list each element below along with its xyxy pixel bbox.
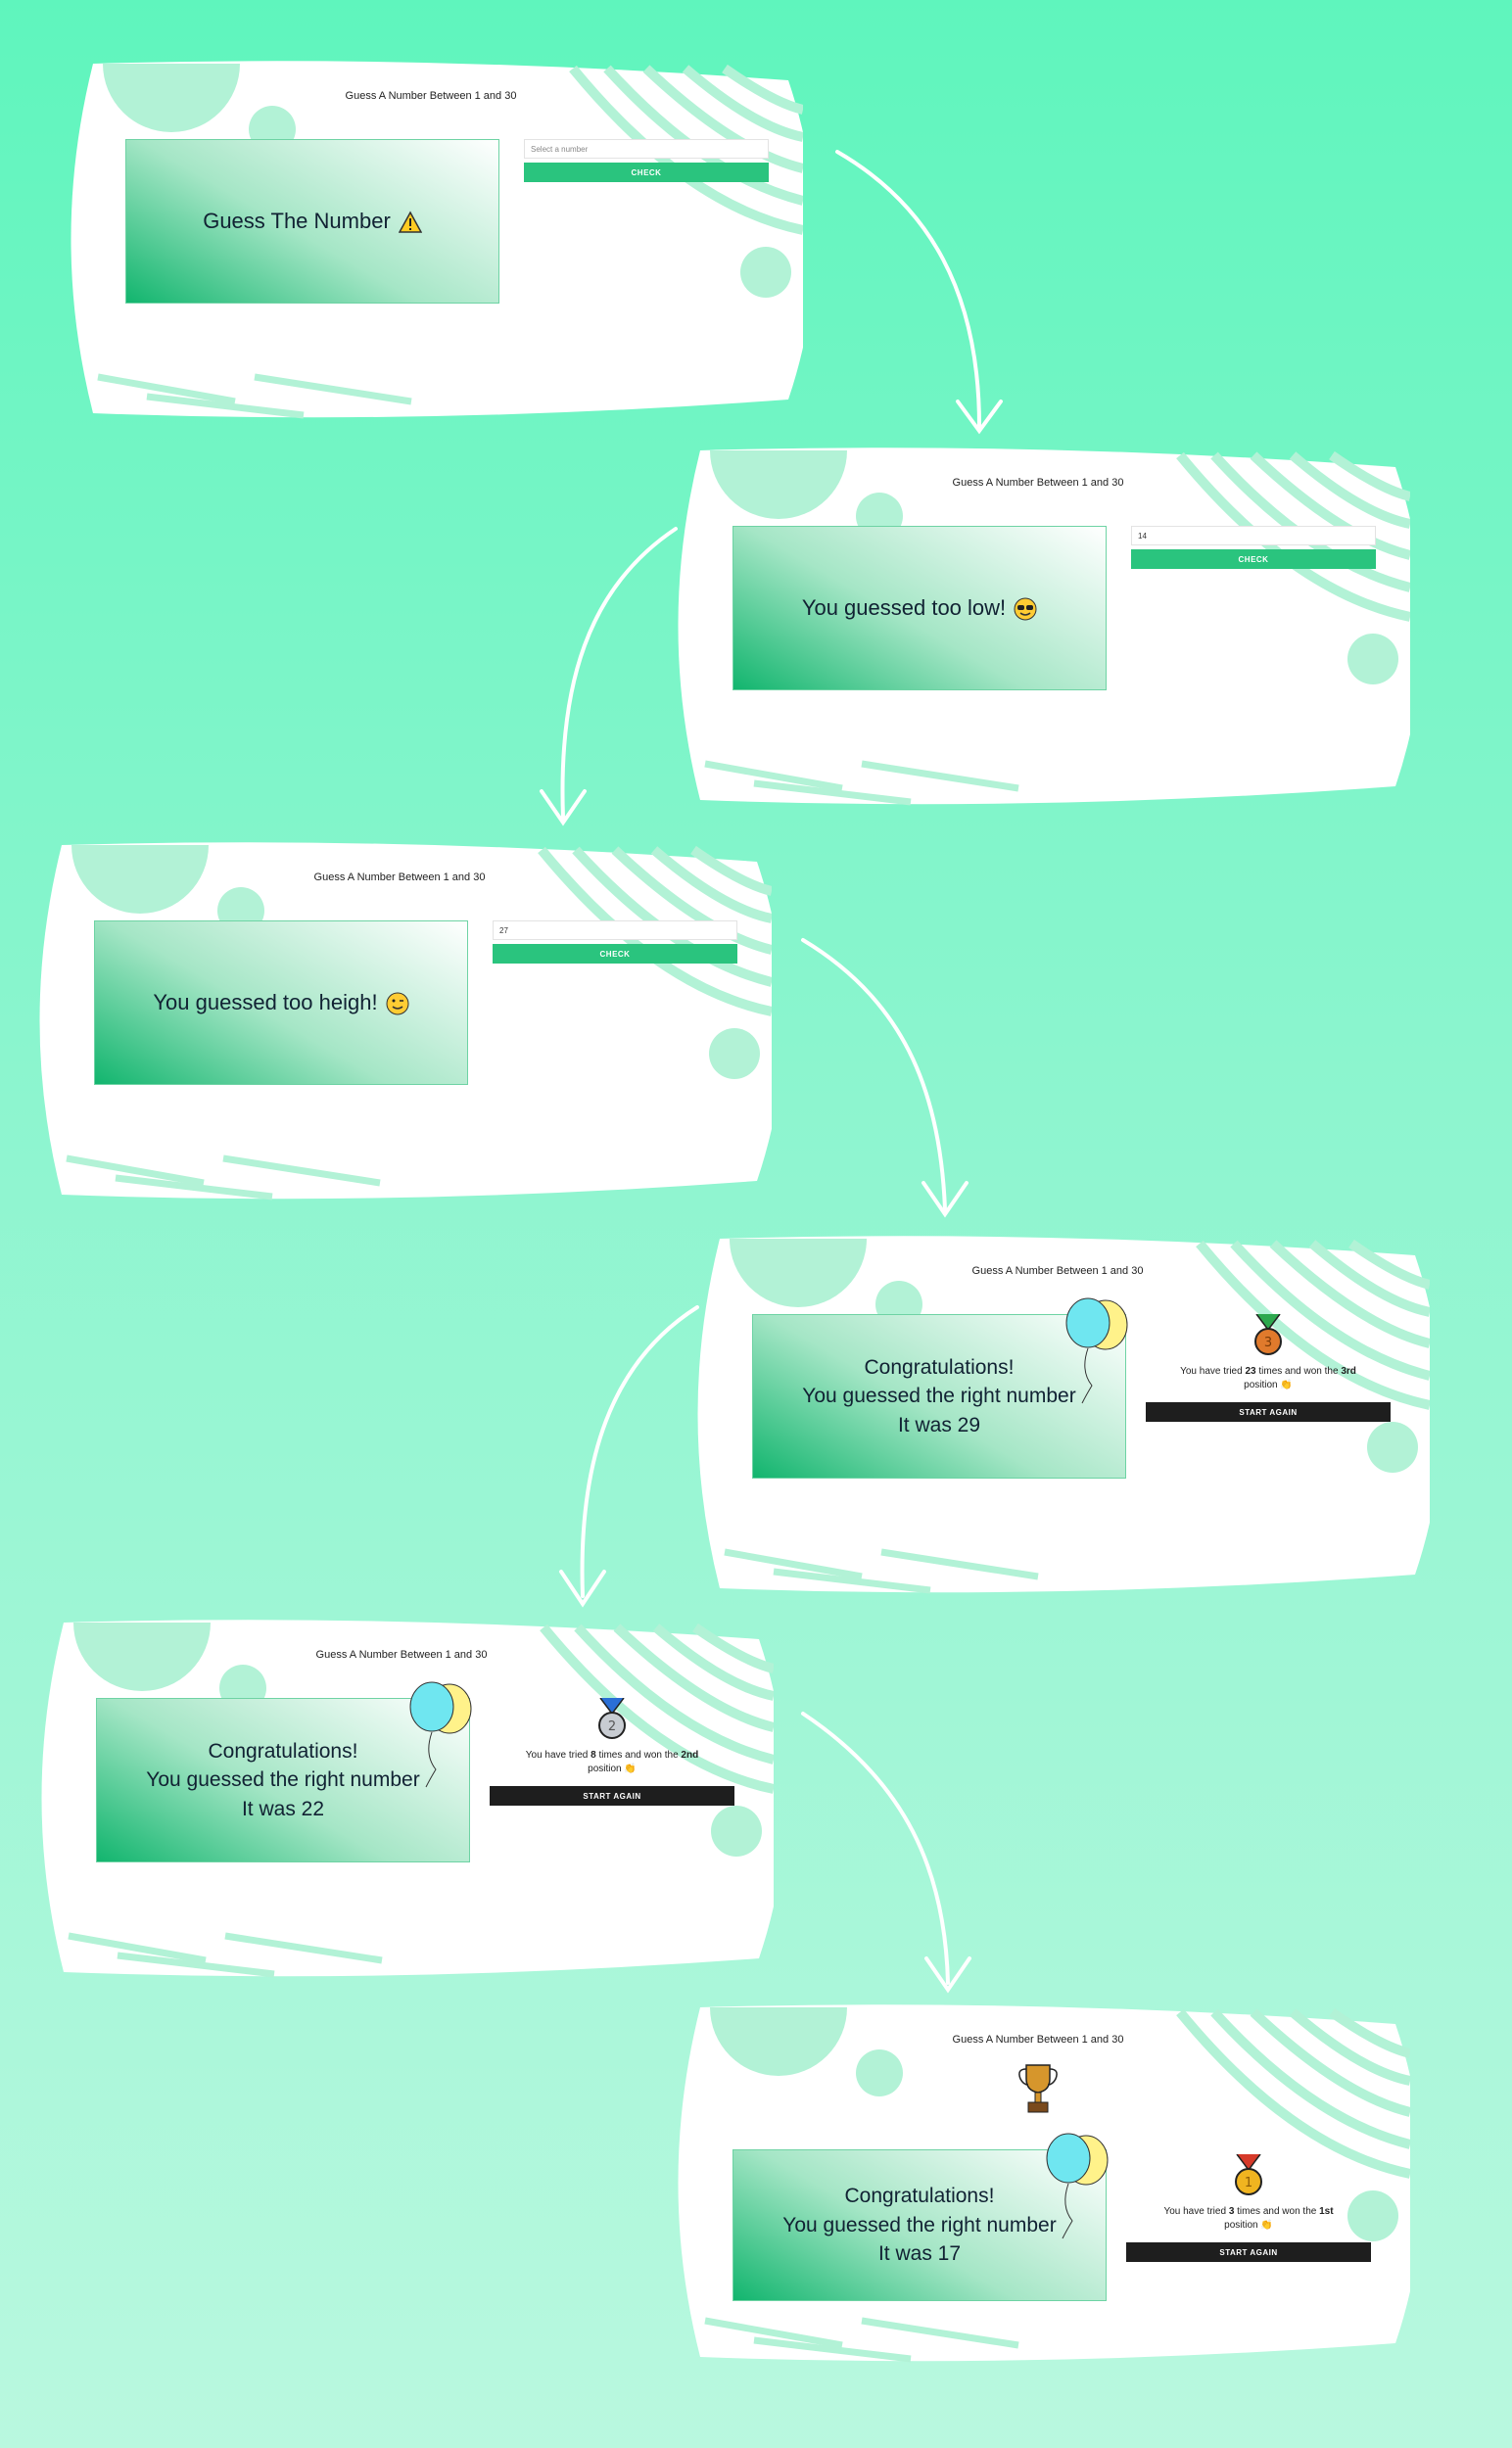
page-heading: Guess A Number Between 1 and 30: [971, 1265, 1144, 1277]
message-card: You guessed too heigh!: [94, 920, 468, 1085]
first-place-medal-icon: 1: [1235, 2154, 1262, 2195]
balloon-icon: [1065, 1297, 1128, 1404]
arrow-4-head: [559, 1570, 606, 1608]
warning-icon: [398, 211, 422, 233]
balloon-icon: [409, 1681, 472, 1788]
screen-win-3rd: Guess A Number Between 1 and 30 Congratu…: [685, 1234, 1430, 1596]
result-message: You have tried 23 times and won the 3rd …: [1180, 1366, 1356, 1390]
sunglasses-face-icon: [1014, 597, 1037, 621]
message-card: Congratulations! You guessed the right n…: [732, 2133, 1109, 2301]
clap-icon: 👏: [1260, 2220, 1273, 2231]
clap-icon: 👏: [1280, 1380, 1293, 1390]
guess-form: CHECK: [524, 139, 769, 182]
screen-win-1st: Guess A Number Between 1 and 30 Congratu…: [666, 2002, 1410, 2365]
arrow-2-head: [540, 789, 587, 826]
card-message: Congratulations! You guessed the right n…: [782, 2185, 1057, 2266]
result-message: You have tried 8 times and won the 2nd p…: [525, 1750, 699, 1774]
page-heading: Guess A Number Between 1 and 30: [313, 871, 486, 883]
start-again-button[interactable]: START AGAIN: [490, 1786, 734, 1806]
card-message: Congratulations! You guessed the right n…: [146, 1739, 420, 1820]
number-input[interactable]: [524, 139, 769, 159]
start-again-button[interactable]: START AGAIN: [1146, 1402, 1391, 1422]
message-card: Congratulations! You guessed the right n…: [752, 1297, 1128, 1479]
page-heading: Guess A Number Between 1 and 30: [315, 1649, 488, 1661]
result-area: 1 You have tried 3 times and won the 1st…: [1126, 2154, 1371, 2262]
arrow-2: [560, 527, 678, 820]
arrow-5-head: [924, 1956, 971, 1994]
result-area: 3 You have tried 23 times and won the 3r…: [1146, 1314, 1391, 1422]
winking-face-icon: [386, 992, 409, 1015]
svg-text:3: 3: [1264, 1336, 1272, 1350]
arrow-5: [801, 1712, 950, 1985]
check-button[interactable]: CHECK: [524, 163, 769, 182]
guess-form: CHECK: [493, 920, 737, 964]
clap-icon: 👏: [624, 1764, 637, 1774]
message-card: You guessed too low!: [732, 526, 1107, 690]
card-message: You guessed too low!: [802, 594, 1037, 623]
arrow-4: [580, 1305, 699, 1598]
check-button[interactable]: CHECK: [1131, 549, 1376, 569]
message-card: Congratulations! You guessed the right n…: [96, 1681, 472, 1862]
result-area: 2 You have tried 8 times and won the 2nd…: [490, 1698, 734, 1806]
trophy-icon: [1018, 2064, 1058, 2113]
number-input[interactable]: [1131, 526, 1376, 545]
arrow-1-head: [956, 400, 1003, 435]
result-message: You have tried 3 times and won the 1st p…: [1163, 2206, 1334, 2231]
flow-diagram: Guess A Number Between 1 and 30 Guess Th…: [0, 0, 1512, 2448]
arrow-3-head: [921, 1181, 969, 1218]
page-heading: Guess A Number Between 1 and 30: [952, 477, 1124, 489]
start-again-button[interactable]: START AGAIN: [1126, 2242, 1371, 2262]
check-button[interactable]: CHECK: [493, 944, 737, 964]
guess-form: CHECK: [1131, 526, 1376, 569]
svg-text:2: 2: [608, 1719, 616, 1734]
balloon-icon: [1046, 2133, 1109, 2239]
card-message: Congratulations! You guessed the right n…: [802, 1355, 1076, 1436]
page-heading: Guess A Number Between 1 and 30: [345, 90, 517, 102]
screen-win-2nd: Guess A Number Between 1 and 30 Congratu…: [29, 1618, 774, 1980]
number-input[interactable]: [493, 920, 737, 940]
arrow-1: [835, 150, 981, 428]
card-message: You guessed too heigh!: [153, 989, 409, 1017]
card-message: Guess The Number: [203, 208, 422, 236]
screen-too-low: Guess A Number Between 1 and 30 You gues…: [666, 446, 1410, 808]
screen-too-high: Guess A Number Between 1 and 30 You gues…: [27, 840, 772, 1202]
screen-intro: Guess A Number Between 1 and 30 Guess Th…: [59, 59, 803, 421]
third-place-medal-icon: 3: [1254, 1314, 1282, 1355]
arrow-3: [801, 938, 947, 1211]
message-card: Guess The Number: [125, 139, 499, 304]
page-heading: Guess A Number Between 1 and 30: [952, 2034, 1124, 2046]
svg-text:1: 1: [1245, 2176, 1252, 2190]
second-place-medal-icon: 2: [598, 1698, 626, 1739]
